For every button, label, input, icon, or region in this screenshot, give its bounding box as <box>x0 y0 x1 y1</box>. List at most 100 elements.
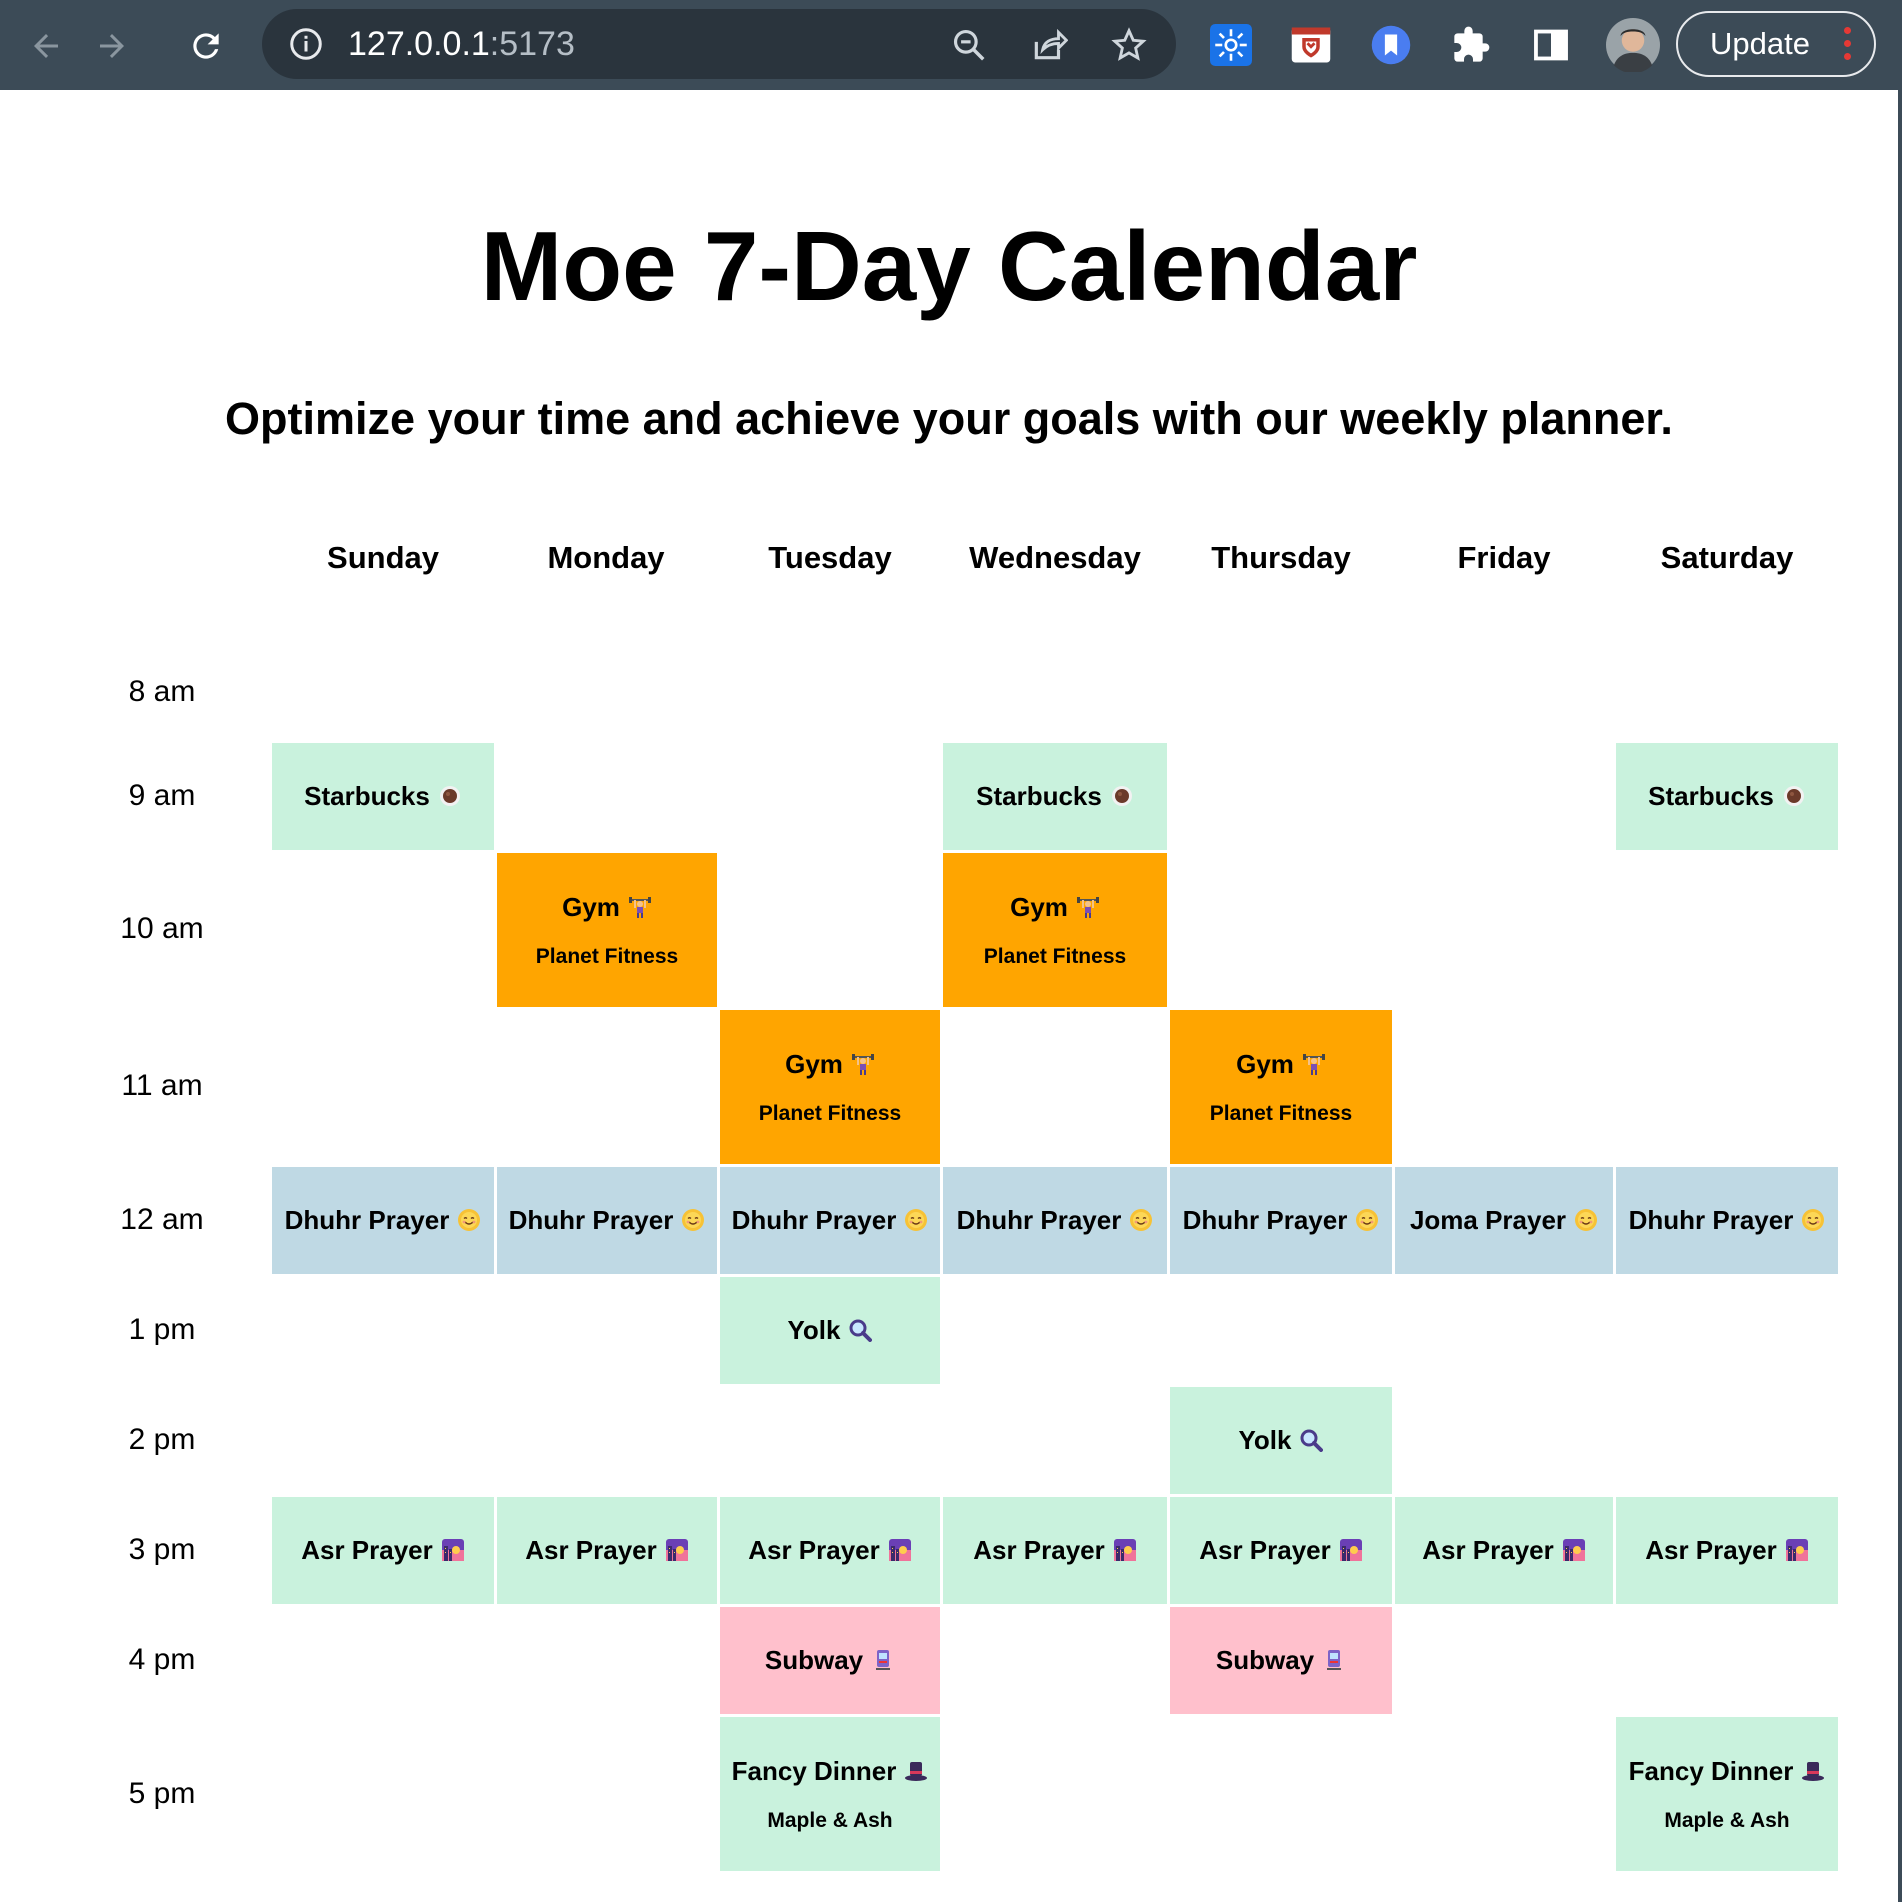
event-location: Planet Fitness <box>535 944 679 968</box>
event-dhuhr-wednesday[interactable]: Dhuhr Prayer <box>943 1167 1167 1274</box>
zoom-icon[interactable] <box>950 26 988 64</box>
event-asr-wednesday[interactable]: Asr Prayer <box>943 1497 1167 1604</box>
event-yolk-tuesday[interactable]: Yolk <box>720 1277 940 1384</box>
side-panel-icon <box>1534 29 1568 61</box>
sunset-icon <box>1562 1538 1586 1562</box>
side-panel-button[interactable] <box>1528 22 1574 68</box>
event-gym-tuesday[interactable]: Gym Planet Fitness <box>720 1010 940 1164</box>
event-title: Gym <box>562 891 620 922</box>
event-fancy-dinner-saturday[interactable]: Fancy Dinner Maple & Ash <box>1616 1717 1838 1871</box>
event-asr-saturday[interactable]: Asr Prayer <box>1616 1497 1838 1604</box>
event-starbucks-sunday[interactable]: Starbucks <box>272 743 494 850</box>
bookmark-star-icon[interactable] <box>1110 26 1148 64</box>
profile-avatar[interactable] <box>1606 18 1660 72</box>
event-title: Asr Prayer <box>301 1535 433 1565</box>
share-icon[interactable] <box>1030 26 1068 64</box>
event-dhuhr-saturday[interactable]: Dhuhr Prayer <box>1616 1167 1838 1274</box>
event-title: Starbucks <box>304 781 430 811</box>
page-subtitle: Optimize your time and achieve your goal… <box>225 393 1673 444</box>
event-joma-friday[interactable]: Joma Prayer <box>1395 1167 1613 1274</box>
event-title: Asr Prayer <box>973 1535 1105 1565</box>
window-edge <box>1898 90 1902 1902</box>
event-dhuhr-tuesday[interactable]: Dhuhr Prayer <box>720 1167 940 1274</box>
weightlifter-icon <box>1302 1052 1326 1076</box>
event-gym-wednesday[interactable]: Gym Planet Fitness <box>943 853 1167 1007</box>
event-dhuhr-thursday[interactable]: Dhuhr Prayer <box>1170 1167 1392 1274</box>
extension-sparkle-icon[interactable] <box>1208 22 1254 68</box>
event-asr-friday[interactable]: Asr Prayer <box>1395 1497 1613 1604</box>
extension-shield-icon[interactable] <box>1288 22 1334 68</box>
extensions-puzzle-button[interactable] <box>1448 22 1494 68</box>
smiling-sun-icon <box>1801 1208 1825 1232</box>
time-label-2pm: 2 pm <box>128 1423 196 1456</box>
event-title: Subway <box>764 1645 864 1675</box>
day-header-sunday: Sunday <box>327 540 439 575</box>
magnifier-icon <box>1299 1428 1323 1452</box>
smiling-sun-icon <box>1355 1208 1379 1232</box>
browser-toolbar: 127.0.0.1:5173 Update <box>0 0 1902 90</box>
event-title: Asr Prayer <box>1422 1535 1554 1565</box>
event-title: Dhuhr Prayer <box>956 1205 1122 1235</box>
forward-button[interactable] <box>84 18 140 74</box>
forward-arrow-icon <box>100 34 124 58</box>
event-title: Asr Prayer <box>1199 1535 1331 1565</box>
time-label-5pm: 5 pm <box>128 1777 196 1810</box>
event-asr-thursday[interactable]: Asr Prayer <box>1170 1497 1392 1604</box>
time-label-10am: 10 am <box>120 912 204 945</box>
avatar-icon <box>1606 18 1660 72</box>
url-port: :5173 <box>489 25 575 63</box>
smiling-sun-icon <box>457 1208 481 1232</box>
event-yolk-thursday[interactable]: Yolk <box>1170 1387 1392 1494</box>
event-dhuhr-sunday[interactable]: Dhuhr Prayer <box>272 1167 494 1274</box>
tram-icon <box>1322 1648 1346 1672</box>
reload-button[interactable] <box>178 18 234 74</box>
event-title: Yolk <box>1238 1425 1292 1455</box>
smiling-sun-icon <box>681 1208 705 1232</box>
event-title: Joma Prayer <box>1409 1205 1567 1235</box>
weightlifter-icon <box>628 895 652 919</box>
event-asr-tuesday[interactable]: Asr Prayer <box>720 1497 940 1604</box>
event-title: Fancy Dinner <box>731 1755 897 1786</box>
back-button[interactable] <box>18 18 74 74</box>
time-label-11am: 11 am <box>121 1069 203 1102</box>
extension-bookmark-icon[interactable] <box>1368 22 1414 68</box>
event-fancy-dinner-tuesday[interactable]: Fancy Dinner Maple & Ash <box>720 1717 940 1871</box>
event-starbucks-saturday[interactable]: Starbucks <box>1616 743 1838 850</box>
time-label-8am: 8 am <box>128 675 196 708</box>
sunset-icon <box>1785 1538 1809 1562</box>
event-starbucks-wednesday[interactable]: Starbucks <box>943 743 1167 850</box>
day-header-wednesday: Wednesday <box>969 540 1141 575</box>
time-label-12am: 12 am <box>120 1203 204 1236</box>
url-text: 127.0.0.1:5173 <box>348 9 575 79</box>
time-label-3pm: 3 pm <box>128 1533 196 1566</box>
site-info-icon[interactable] <box>288 26 324 62</box>
menu-kebab-icon[interactable] <box>1844 27 1852 63</box>
update-button[interactable]: Update <box>1676 11 1876 77</box>
day-header-monday: Monday <box>547 540 665 575</box>
event-title: Yolk <box>787 1315 841 1345</box>
event-title: Asr Prayer <box>525 1535 657 1565</box>
bookmark-icon <box>1371 25 1411 65</box>
event-title: Asr Prayer <box>748 1535 880 1565</box>
update-label: Update <box>1710 26 1810 61</box>
event-gym-thursday[interactable]: Gym Planet Fitness <box>1170 1010 1392 1164</box>
event-asr-monday[interactable]: Asr Prayer <box>497 1497 717 1604</box>
day-header-saturday: Saturday <box>1660 540 1794 575</box>
event-title: Asr Prayer <box>1645 1535 1777 1565</box>
weightlifter-icon <box>1076 895 1100 919</box>
event-gym-monday[interactable]: Gym Planet Fitness <box>497 853 717 1007</box>
event-asr-sunday[interactable]: Asr Prayer <box>272 1497 494 1604</box>
coffee-icon <box>438 784 462 808</box>
event-subway-tuesday[interactable]: Subway <box>720 1607 940 1714</box>
puzzle-icon <box>1454 26 1490 62</box>
event-subway-thursday[interactable]: Subway <box>1170 1607 1392 1714</box>
url-host: 127.0.0.1 <box>348 25 490 63</box>
time-label-4pm: 4 pm <box>128 1643 196 1676</box>
shield-icon <box>1291 27 1331 63</box>
day-header-thursday: Thursday <box>1211 540 1351 575</box>
sunset-icon <box>1113 1538 1137 1562</box>
event-title: Fancy Dinner <box>1628 1755 1794 1786</box>
event-title: Gym <box>785 1048 843 1079</box>
event-dhuhr-monday[interactable]: Dhuhr Prayer <box>497 1167 717 1274</box>
address-bar[interactable]: 127.0.0.1:5173 <box>262 9 1176 79</box>
